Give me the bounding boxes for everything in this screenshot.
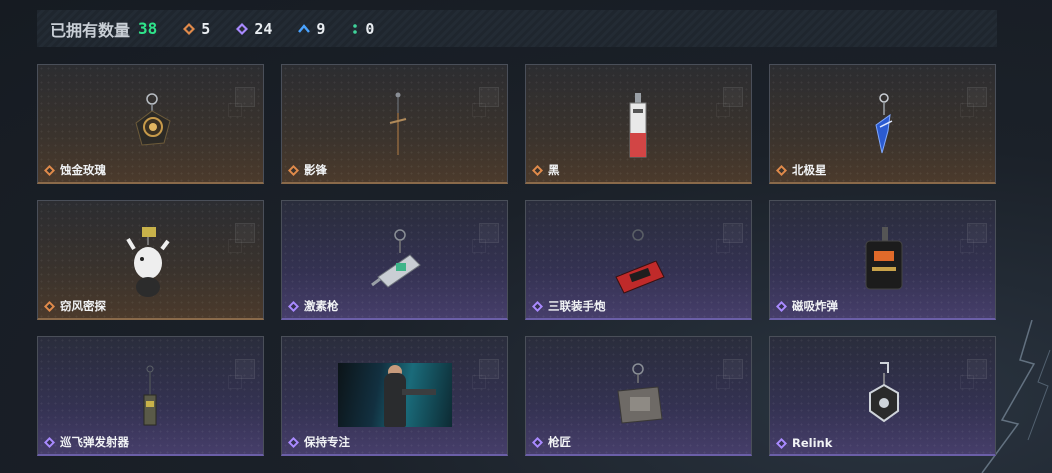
owned-count-value: 38 bbox=[138, 19, 158, 38]
stat-purple: 24 bbox=[236, 20, 272, 38]
orange-diamond-icon bbox=[44, 300, 55, 312]
item-name: 三联装手炮 bbox=[532, 298, 606, 314]
stat-orange-count: 5 bbox=[201, 19, 211, 38]
item-name: Relink bbox=[776, 436, 832, 450]
item-card[interactable]: 枪匠 bbox=[525, 336, 752, 456]
item-name: 保持专注 bbox=[288, 434, 350, 450]
item-name-label: 北极星 bbox=[792, 163, 827, 177]
item-name-label: 黑 bbox=[548, 163, 560, 177]
stat-orange: 5 bbox=[183, 20, 210, 38]
item-name: 窃风密探 bbox=[44, 298, 106, 314]
item-name-label: Relink bbox=[792, 436, 833, 450]
item-name-label: 三联装手炮 bbox=[548, 299, 606, 313]
orange-diamond-icon bbox=[288, 164, 299, 176]
purple-diamond-icon bbox=[532, 436, 543, 448]
item-card[interactable]: 巡飞弹发射器 bbox=[37, 336, 264, 456]
item-card[interactable]: 影锋 bbox=[281, 64, 508, 184]
stat-blue: 9 bbox=[298, 20, 325, 38]
item-card[interactable]: 保持专注 bbox=[281, 336, 508, 456]
item-name-label: 窃风密探 bbox=[60, 299, 106, 313]
purple-diamond-icon bbox=[776, 437, 787, 449]
green-dots-icon bbox=[353, 23, 358, 34]
item-name: 蚀金玫瑰 bbox=[44, 162, 106, 178]
purple-diamond-icon bbox=[776, 300, 787, 312]
item-card[interactable]: Relink bbox=[769, 336, 996, 456]
item-card[interactable]: 窃风密探 bbox=[37, 200, 264, 320]
stat-purple-count: 24 bbox=[254, 19, 273, 38]
item-name: 激素枪 bbox=[288, 298, 339, 314]
purple-diamond-icon bbox=[288, 436, 299, 448]
item-name-label: 磁吸炸弹 bbox=[792, 299, 838, 313]
item-name: 黑 bbox=[532, 162, 560, 178]
stay-focused-banner-image bbox=[338, 363, 452, 427]
item-name: 巡飞弹发射器 bbox=[44, 434, 129, 450]
owned-count-label: 已拥有数量 bbox=[50, 20, 131, 40]
item-card[interactable]: 蚀金玫瑰 bbox=[37, 64, 264, 184]
item-name-label: 保持专注 bbox=[304, 435, 350, 449]
item-name-label: 蚀金玫瑰 bbox=[60, 163, 106, 177]
item-name: 北极星 bbox=[776, 162, 827, 178]
inventory-header: 已拥有数量 38 5 24 9 0 bbox=[37, 10, 997, 47]
purple-diamond-icon bbox=[532, 300, 543, 312]
item-card[interactable]: 三联装手炮 bbox=[525, 200, 752, 320]
stat-green-count: 0 bbox=[365, 19, 375, 38]
item-name: 枪匠 bbox=[532, 434, 571, 450]
item-card[interactable]: 激素枪 bbox=[281, 200, 508, 320]
item-name-label: 巡飞弹发射器 bbox=[60, 435, 129, 449]
item-name-label: 激素枪 bbox=[304, 299, 339, 313]
item-card[interactable]: 磁吸炸弹 bbox=[769, 200, 996, 320]
purple-diamond-icon bbox=[236, 22, 249, 35]
blue-chevron-icon bbox=[298, 23, 311, 33]
item-card[interactable]: 黑 bbox=[525, 64, 752, 184]
stat-green: 0 bbox=[351, 20, 374, 38]
stat-blue-count: 9 bbox=[316, 19, 326, 38]
orange-diamond-icon bbox=[44, 164, 55, 176]
item-name-label: 影锋 bbox=[304, 163, 327, 177]
purple-diamond-icon bbox=[44, 436, 55, 448]
orange-diamond-icon bbox=[532, 164, 543, 176]
item-card[interactable]: 北极星 bbox=[769, 64, 996, 184]
item-name: 影锋 bbox=[288, 162, 327, 178]
orange-diamond-icon bbox=[776, 164, 787, 176]
item-name-label: 枪匠 bbox=[548, 435, 571, 449]
orange-diamond-icon bbox=[183, 22, 196, 35]
purple-diamond-icon bbox=[288, 300, 299, 312]
item-name: 磁吸炸弹 bbox=[776, 298, 838, 314]
